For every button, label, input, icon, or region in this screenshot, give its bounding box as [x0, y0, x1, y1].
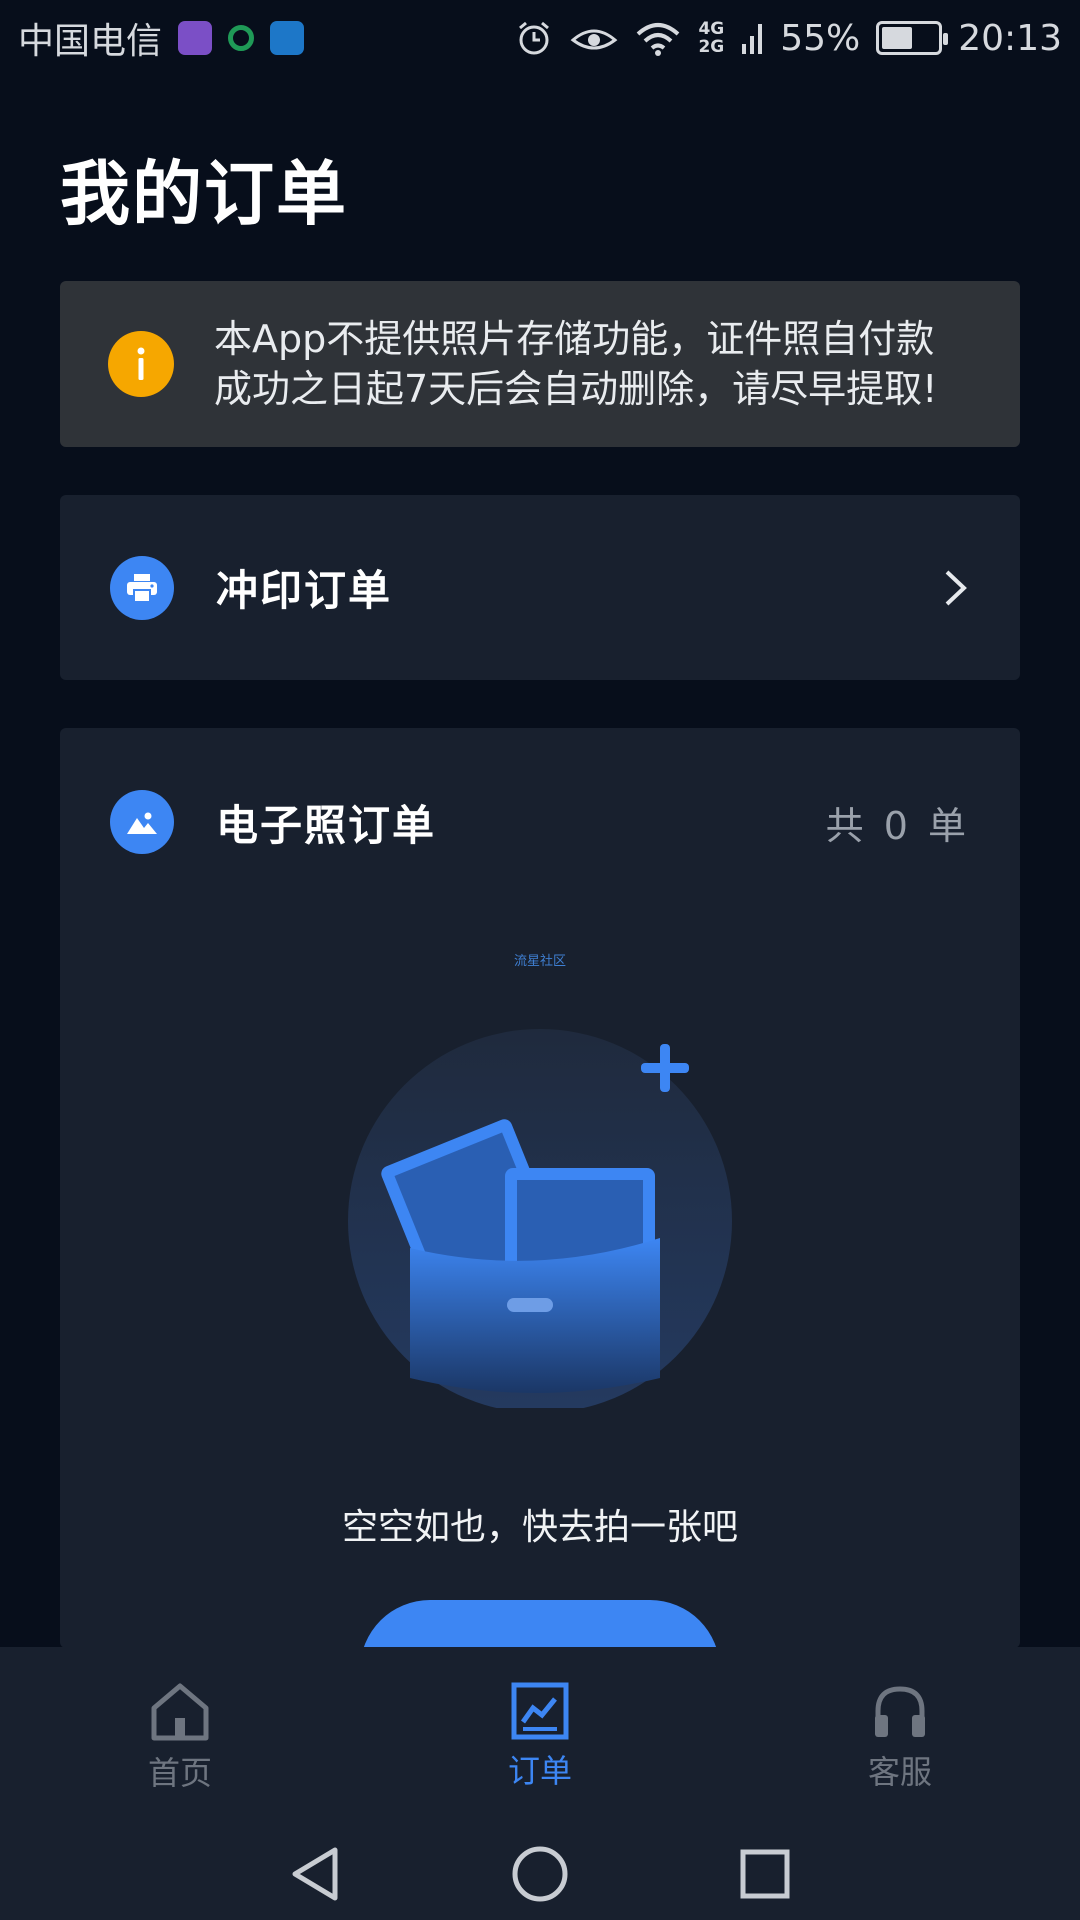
network-type: 4G 2G	[698, 19, 725, 57]
headset-icon	[875, 1686, 925, 1737]
back-icon[interactable]	[289, 1846, 341, 1902]
nav-item-home[interactable]: 首页	[60, 1680, 300, 1794]
clock: 20:13	[958, 17, 1062, 59]
alarm-icon	[519, 21, 550, 55]
print-orders-row[interactable]: 冲印订单	[60, 495, 1020, 680]
nav-item-orders[interactable]: 订单	[420, 1682, 660, 1792]
nav-label-orders: 订单	[507, 1752, 572, 1790]
battery-percent: 55%	[780, 17, 861, 59]
image-icon	[110, 790, 174, 854]
recent-apps-icon[interactable]	[739, 1848, 791, 1900]
storage-notice: 本App不提供照片存储功能，证件照自付款成功之日起7天后会自动删除，请尽早提取!	[60, 281, 1020, 447]
page-title: 我的订单	[60, 153, 348, 235]
photo-orders-card: 电子照订单 共 0 单 流星社区 空空如也，快去拍一张吧	[60, 728, 1020, 1740]
system-nav-bar	[0, 1827, 1080, 1920]
photo-orders-header[interactable]: 电子照订单 共 0 单	[110, 790, 970, 854]
chart-icon	[511, 1682, 569, 1740]
watermark-text: 流星社区	[513, 954, 566, 969]
empty-state-text: 空空如也，快去拍一张吧	[341, 1507, 738, 1548]
notice-text: 本App不提供照片存储功能，证件照自付款成功之日起7天后会自动删除，请尽早提取!	[214, 317, 938, 411]
order-count: 共 0 单	[825, 803, 970, 848]
printer-icon	[110, 555, 174, 620]
storage-notification-icon	[270, 21, 305, 55]
signal-icon	[742, 24, 763, 54]
home-button-icon[interactable]	[511, 1845, 569, 1903]
battery-level	[882, 27, 913, 49]
home-icon	[151, 1683, 209, 1741]
battery-icon	[876, 21, 949, 55]
print-orders-label: 冲印订单	[216, 566, 393, 615]
wifi-icon	[637, 23, 680, 56]
chevron-right-icon	[945, 570, 967, 605]
nav-item-support[interactable]: 客服	[780, 1681, 1020, 1793]
nav-label-home: 首页	[147, 1754, 212, 1792]
nav-label-support: 客服	[867, 1753, 932, 1791]
carrier-label: 中国电信	[18, 21, 163, 62]
info-icon	[108, 331, 174, 397]
app-notification-icon	[228, 25, 255, 51]
empty-folder-illustration	[348, 1029, 732, 1408]
status-bar: 中国电信 4G 2G 55% 20:13	[0, 0, 1080, 76]
bottom-nav: 首页 订单 客服	[0, 1647, 1080, 1827]
photo-orders-label: 电子照订单	[216, 800, 437, 850]
eye-comfort-icon	[571, 29, 618, 50]
gallery-notification-icon	[178, 21, 213, 55]
